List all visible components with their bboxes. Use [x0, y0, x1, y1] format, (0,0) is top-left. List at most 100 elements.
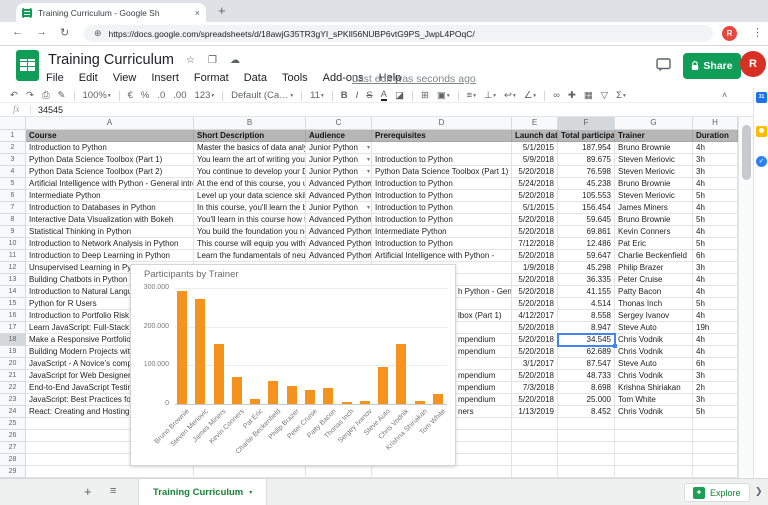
cell[interactable]: 5h [693, 238, 738, 250]
dropdown-arrow-icon[interactable]: ▾ [367, 227, 370, 237]
cell[interactable]: Introduction to Deep Learning in Python [26, 250, 194, 262]
row-number[interactable]: 11 [0, 250, 26, 262]
tasks-icon[interactable]: ✓ [756, 156, 767, 167]
row-number[interactable]: 5 [0, 178, 26, 190]
cell[interactable]: 5/24/2018 [512, 178, 558, 190]
browser-tab[interactable]: Training Curriculum - Google Sh × [16, 3, 206, 22]
more-formats-icon[interactable]: 123 ▾ [195, 90, 215, 101]
menu-view[interactable]: View [113, 72, 137, 84]
cell[interactable]: 4h [693, 142, 738, 154]
cell[interactable]: 5/1/2015 [512, 142, 558, 154]
cell[interactable]: Introduction to Python [372, 202, 512, 214]
dropdown-arrow-icon[interactable]: ▾ [367, 215, 370, 225]
fill-color-icon[interactable]: ◪ [395, 90, 404, 101]
collapse-toolbar-icon[interactable]: ˄ [722, 90, 727, 100]
cell[interactable] [615, 418, 693, 430]
header-cell[interactable]: Short Description [194, 130, 306, 142]
cell[interactable]: 3/1/2017 [512, 358, 558, 370]
column-header-E[interactable]: E [512, 117, 558, 130]
formula-bar[interactable]: fx 34545 [0, 103, 753, 117]
dropdown-arrow-icon[interactable]: ▾ [367, 179, 370, 189]
column-header-A[interactable]: A [26, 117, 194, 130]
cell[interactable]: 4h [693, 310, 738, 322]
strikethrough-icon[interactable]: S [366, 90, 372, 101]
cell[interactable]: Steven Meriovic [615, 190, 693, 202]
header-cell[interactable]: Prerequisites [372, 130, 512, 142]
insert-chart-icon[interactable]: ▦ [584, 90, 593, 101]
print-icon[interactable]: ⎙ [42, 90, 50, 101]
column-header-G[interactable]: G [615, 117, 693, 130]
cell[interactable]: 25.000 [558, 394, 615, 406]
cell[interactable]: 156.454 [558, 202, 615, 214]
cell[interactable]: Chris Vodnik [615, 346, 693, 358]
cell[interactable]: Python Data Science Toolbox (Part 2) [26, 166, 194, 178]
cell[interactable]: 45.238 [558, 178, 615, 190]
cell[interactable]: Advanced Python ▾ [306, 250, 372, 262]
cell[interactable] [512, 430, 558, 442]
cell[interactable]: Intermediate Python [26, 190, 194, 202]
row-number[interactable]: 23 [0, 394, 26, 406]
dropdown-arrow-icon[interactable]: ▾ [367, 203, 370, 213]
calendar-icon[interactable]: 31 [756, 92, 767, 103]
cell[interactable]: At the end of this course, you unde [194, 178, 306, 190]
cell[interactable] [558, 466, 615, 478]
all-sheets-icon[interactable]: ≡ [110, 485, 116, 497]
row-number[interactable]: 20 [0, 358, 26, 370]
cell[interactable] [693, 466, 738, 478]
cell[interactable] [512, 466, 558, 478]
undo-icon[interactable]: ↶ [10, 90, 18, 101]
cell[interactable] [372, 466, 512, 478]
row-number[interactable]: 1 [0, 130, 26, 142]
cell[interactable]: 1/9/2018 [512, 262, 558, 274]
text-rotation-icon[interactable]: ∠ ▾ [524, 90, 536, 101]
cell[interactable]: 4h [693, 226, 738, 238]
cell[interactable] [558, 430, 615, 442]
borders-icon[interactable]: ⊞ [421, 90, 429, 101]
row-number[interactable]: 10 [0, 238, 26, 250]
cell[interactable]: 5/20/2018 [512, 346, 558, 358]
vertical-scrollbar[interactable] [738, 117, 753, 478]
cell[interactable]: 5/20/2018 [512, 286, 558, 298]
cell[interactable]: 8.698 [558, 382, 615, 394]
row-number[interactable]: 18 [0, 334, 26, 346]
row-number[interactable]: 7 [0, 202, 26, 214]
cell[interactable]: 5/9/2018 [512, 154, 558, 166]
insert-comment-icon[interactable]: ✚ [568, 90, 576, 101]
cell[interactable]: Krishna Shiriakan [615, 382, 693, 394]
paint-format-icon[interactable]: ✎ [58, 90, 66, 101]
row-number[interactable]: 25 [0, 418, 26, 430]
cell[interactable]: 3h [693, 394, 738, 406]
header-cell[interactable]: Duration [693, 130, 738, 142]
cell[interactable] [693, 442, 738, 454]
functions-icon[interactable]: Σ ▾ [616, 90, 626, 101]
cell[interactable] [693, 430, 738, 442]
cell[interactable]: 62.689 [558, 346, 615, 358]
cell[interactable]: Bruno Brownie [615, 214, 693, 226]
cell[interactable]: 59.647 [558, 250, 615, 262]
sheet-tab-training-curriculum[interactable]: Training Curriculum ▾ [138, 479, 268, 505]
italic-icon[interactable]: I [356, 90, 359, 101]
cell[interactable]: Level up your data science skills by [194, 190, 306, 202]
cell[interactable]: Introduction to Databases in Python [26, 202, 194, 214]
cell[interactable]: Bruno Brownie [615, 178, 693, 190]
row-number[interactable]: 28 [0, 454, 26, 466]
cell[interactable]: 6h [693, 250, 738, 262]
cell[interactable]: Steven Meriovic [615, 166, 693, 178]
scroll-right-icon[interactable]: ❯ [755, 486, 763, 497]
cell[interactable]: You continue to develop your Data [194, 166, 306, 178]
cell[interactable]: 2h [693, 382, 738, 394]
cell[interactable]: Advanced Python ▾ [306, 214, 372, 226]
font-size-select[interactable]: 11 ▾ [310, 90, 324, 101]
cell[interactable]: Introduction to Python [372, 238, 512, 250]
row-number[interactable]: 3 [0, 154, 26, 166]
cell[interactable]: 5/20/2018 [512, 214, 558, 226]
cell[interactable]: You build the foundation you need [194, 226, 306, 238]
cell[interactable]: 69.861 [558, 226, 615, 238]
cell[interactable]: Steven Meriovic [615, 154, 693, 166]
row-number[interactable]: 9 [0, 226, 26, 238]
cell[interactable]: 4/12/2017 [512, 310, 558, 322]
cell[interactable]: Bruno Brownie [615, 142, 693, 154]
cell[interactable]: This course will equip you with the [194, 238, 306, 250]
cell[interactable]: Sergey Ivanov [615, 310, 693, 322]
column-header-C[interactable]: C [306, 117, 372, 130]
